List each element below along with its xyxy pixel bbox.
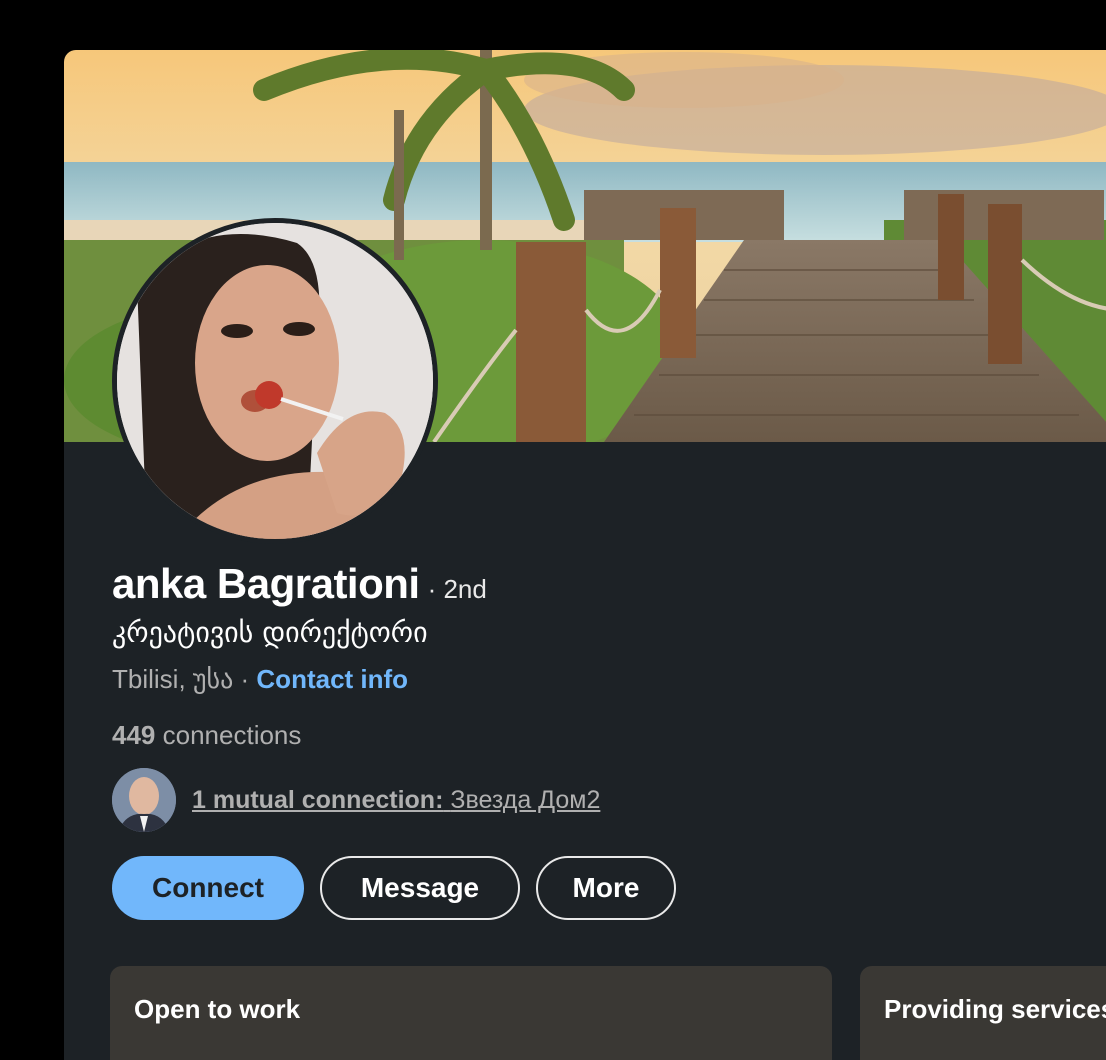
- connections-number: 449: [112, 720, 156, 750]
- providing-services-panel[interactable]: Providing services: [860, 966, 1106, 1060]
- message-button[interactable]: Message: [320, 856, 520, 920]
- profile-actions: Connect Message More: [112, 856, 676, 920]
- panel-title: Providing services: [884, 994, 1106, 1024]
- profile-name: anka Bagrationi: [112, 560, 420, 607]
- connections-label: connections: [162, 720, 302, 750]
- separator: ·: [240, 664, 250, 694]
- connect-button[interactable]: Connect: [112, 856, 304, 920]
- name-row: anka Bagrationi · 2nd: [112, 560, 487, 608]
- more-button[interactable]: More: [536, 856, 676, 920]
- open-to-work-panel[interactable]: Open to work: [110, 966, 832, 1060]
- profile-location: Tbilisi, უსა: [112, 664, 234, 694]
- mutual-connection-avatar[interactable]: [112, 768, 176, 832]
- mutual-connection-prefix: 1 mutual connection:: [192, 785, 444, 814]
- connection-degree: · 2nd: [427, 574, 487, 604]
- location-row: Tbilisi, უსა · Contact info: [112, 664, 408, 695]
- panel-title: Open to work: [134, 994, 301, 1024]
- mutual-connection-name: Звезда Дом2: [450, 785, 601, 814]
- connections-count[interactable]: 449 connections: [112, 720, 301, 751]
- contact-info-link[interactable]: Contact info: [256, 664, 408, 694]
- mutual-connection-link[interactable]: 1 mutual connection: Звезда Дом2: [192, 786, 600, 815]
- profile-avatar[interactable]: [112, 218, 438, 544]
- profile-headline: კრეატივის დირექტორი: [112, 616, 428, 649]
- mutual-connections[interactable]: 1 mutual connection: Звезда Дом2: [112, 768, 600, 832]
- profile-card: anka Bagrationi · 2nd კრეატივის დირექტორ…: [64, 50, 1106, 1060]
